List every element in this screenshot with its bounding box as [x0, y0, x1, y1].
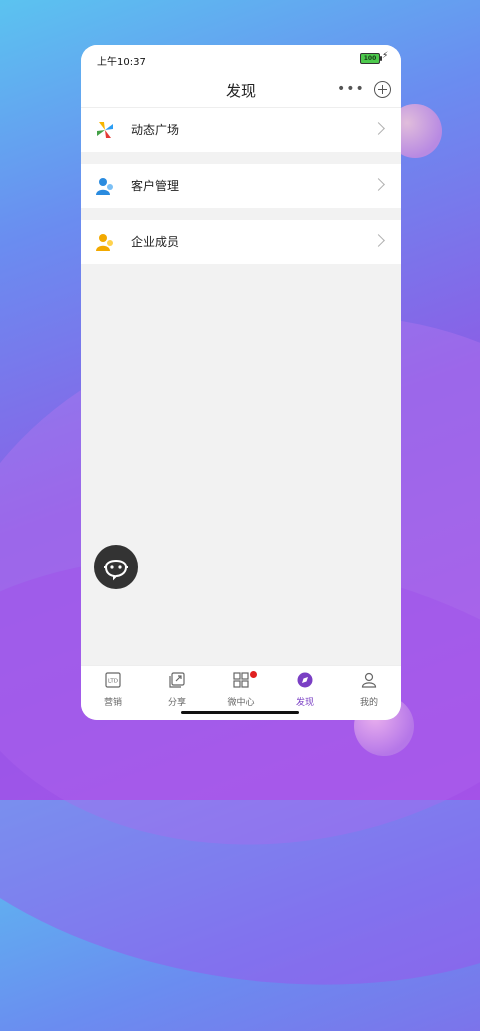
tab-mine[interactable]: 我的	[337, 671, 401, 715]
tab-share[interactable]: 分享	[145, 671, 209, 715]
tab-label: 微中心	[227, 698, 255, 708]
status-time: 上午10:37	[97, 57, 146, 68]
menu-item-label: 企业成员	[131, 235, 180, 249]
pinwheel-icon	[97, 122, 113, 138]
more-icon[interactable]: •••	[337, 81, 365, 97]
compass-icon	[297, 672, 313, 688]
menu-item-label: 客户管理	[131, 179, 180, 193]
chevron-right-icon	[372, 234, 385, 247]
tab-marketing[interactable]: LTD 营销	[81, 671, 145, 715]
person-icon	[361, 672, 377, 688]
chevron-right-icon	[372, 178, 385, 191]
tab-label: 我的	[359, 698, 378, 708]
svg-text:LTD: LTD	[108, 679, 118, 685]
member-icon	[96, 234, 113, 251]
customer-icon	[96, 178, 113, 195]
battery-icon: 100	[360, 53, 382, 64]
charging-icon: ⚡	[382, 51, 389, 61]
notification-badge	[250, 671, 257, 678]
menu-item-dynamic-square[interactable]: 动态广场	[81, 108, 401, 152]
tab-label: 分享	[167, 698, 186, 708]
share-icon	[169, 672, 185, 688]
phone-screen: 上午10:37 100 ⚡ 发现 ••• 动态广场 客户管理 企业成员 LTD …	[81, 45, 401, 720]
chevron-right-icon	[372, 122, 385, 135]
menu-item-enterprise-members[interactable]: 企业成员	[81, 220, 401, 264]
ltd-icon: LTD	[105, 672, 121, 688]
tab-discover[interactable]: 发现	[273, 671, 337, 715]
chatbot-button[interactable]	[94, 545, 138, 589]
menu-item-label: 动态广场	[131, 123, 180, 137]
home-indicator	[181, 711, 299, 714]
tab-micro-center[interactable]: 微中心	[209, 671, 273, 715]
header-bar: 发现 •••	[81, 73, 401, 108]
status-bar: 上午10:37 100 ⚡	[81, 45, 401, 73]
chatbot-icon	[104, 560, 128, 581]
grid-icon	[233, 672, 249, 688]
tab-label: 发现	[295, 698, 314, 708]
menu-item-customer-management[interactable]: 客户管理	[81, 164, 401, 208]
add-icon[interactable]	[374, 81, 391, 98]
tab-label: 营销	[103, 698, 122, 708]
